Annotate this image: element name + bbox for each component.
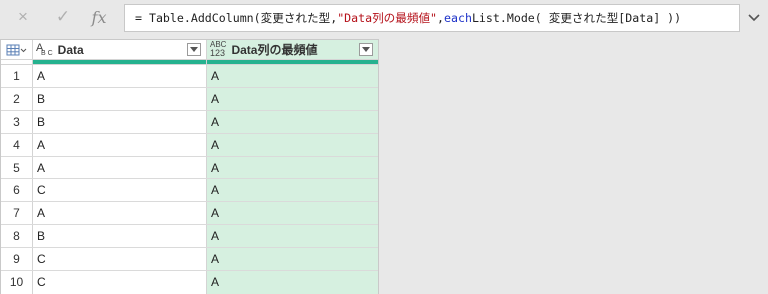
table-row[interactable]: 8BA xyxy=(1,225,378,249)
cell-mode[interactable]: A xyxy=(207,248,378,271)
column-header-label: Data xyxy=(57,42,84,57)
filter-dropdown-icon[interactable] xyxy=(359,43,373,56)
row-number[interactable]: 1 xyxy=(1,65,33,87)
cell-data[interactable]: C xyxy=(33,248,207,271)
table-row[interactable]: 5AA xyxy=(1,156,378,180)
chevron-down-icon[interactable] xyxy=(746,10,762,26)
row-number[interactable]: 6 xyxy=(1,179,33,202)
formula-string-literal: "Data列の最頻値" xyxy=(337,11,438,25)
cell-mode[interactable]: A xyxy=(207,202,378,225)
row-number[interactable]: 5 xyxy=(1,156,33,179)
cell-data[interactable]: A xyxy=(33,156,207,179)
table-row[interactable]: 1AA xyxy=(1,65,378,88)
cell-data[interactable]: B xyxy=(33,225,207,248)
table-row[interactable]: 3BA xyxy=(1,110,378,134)
cell-mode[interactable]: A xyxy=(207,133,378,156)
fx-icon[interactable]: fx xyxy=(88,7,110,27)
table-row[interactable]: 2BA xyxy=(1,87,378,111)
cell-data[interactable]: B xyxy=(33,87,207,110)
cell-mode[interactable]: A xyxy=(207,87,378,110)
formula-bar: × ✓ fx = Table.AddColumn(変更された型, "Data列の… xyxy=(0,0,768,36)
row-number[interactable]: 2 xyxy=(1,87,33,110)
table-row[interactable]: 10 C A xyxy=(1,271,378,294)
column-header-mode[interactable]: ABC 123 Data列の最頻値 xyxy=(207,40,378,59)
cell-mode[interactable]: A xyxy=(207,65,378,87)
commit-icon[interactable]: ✓ xyxy=(52,7,74,27)
cell-data[interactable]: B xyxy=(33,110,207,133)
formula-prefix: = Table.AddColumn(変更された型, xyxy=(135,11,338,25)
table-row[interactable]: 9CA xyxy=(1,248,378,272)
row-number[interactable]: 9 xyxy=(1,248,33,271)
cell-mode[interactable]: A xyxy=(207,271,378,294)
column-header-data[interactable]: A B C Data xyxy=(33,40,207,59)
cell-mode[interactable]: A xyxy=(207,225,378,248)
cell-data[interactable]: C xyxy=(33,179,207,202)
cell-data[interactable]: C xyxy=(33,271,207,294)
text-type-icon[interactable]: A B C xyxy=(36,42,53,57)
header-row: A B C Data ABC 123 Data列の最頻値 xyxy=(1,40,378,60)
filter-dropdown-icon[interactable] xyxy=(187,43,201,56)
column-quality-bar-data xyxy=(33,60,207,64)
cell-mode[interactable]: A xyxy=(207,179,378,202)
cell-data[interactable]: A xyxy=(33,133,207,156)
formula-input[interactable]: = Table.AddColumn(変更された型, "Data列の最頻値", e… xyxy=(124,4,740,32)
cell-mode[interactable]: A xyxy=(207,156,378,179)
grid-body: 1 A A 2 B A 3 B A 4 A A 5 A A 6 C A 7 A A 8 B A 9 C A 10 C A xyxy=(1,65,378,294)
row-number[interactable]: 10 xyxy=(1,271,33,294)
formula-separator: , xyxy=(437,11,445,25)
row-number[interactable]: 4 xyxy=(1,133,33,156)
formula-suffix: List.Mode( 変更された型[Data] )) xyxy=(471,11,682,25)
table-row[interactable]: 7AA xyxy=(1,202,378,226)
column-header-label: Data列の最頻値 xyxy=(231,43,318,57)
row-number[interactable]: 7 xyxy=(1,202,33,225)
column-quality-bar-mode xyxy=(207,60,378,64)
row-number[interactable]: 8 xyxy=(1,225,33,248)
formula-keyword: each xyxy=(444,11,472,25)
data-grid: A B C Data ABC 123 Data列の最頻値 1AA2BA3BA4A… xyxy=(0,39,379,294)
cell-data[interactable]: A xyxy=(33,65,207,87)
cell-data[interactable]: A xyxy=(33,202,207,225)
cell-mode[interactable]: A xyxy=(207,110,378,133)
table-menu-icon[interactable] xyxy=(1,40,33,59)
table-row[interactable]: 4AA xyxy=(1,133,378,157)
row-number[interactable]: 3 xyxy=(1,110,33,133)
table-row[interactable]: 6CA xyxy=(1,179,378,203)
any-type-icon[interactable]: ABC 123 xyxy=(210,41,226,58)
cancel-icon[interactable]: × xyxy=(12,7,34,27)
